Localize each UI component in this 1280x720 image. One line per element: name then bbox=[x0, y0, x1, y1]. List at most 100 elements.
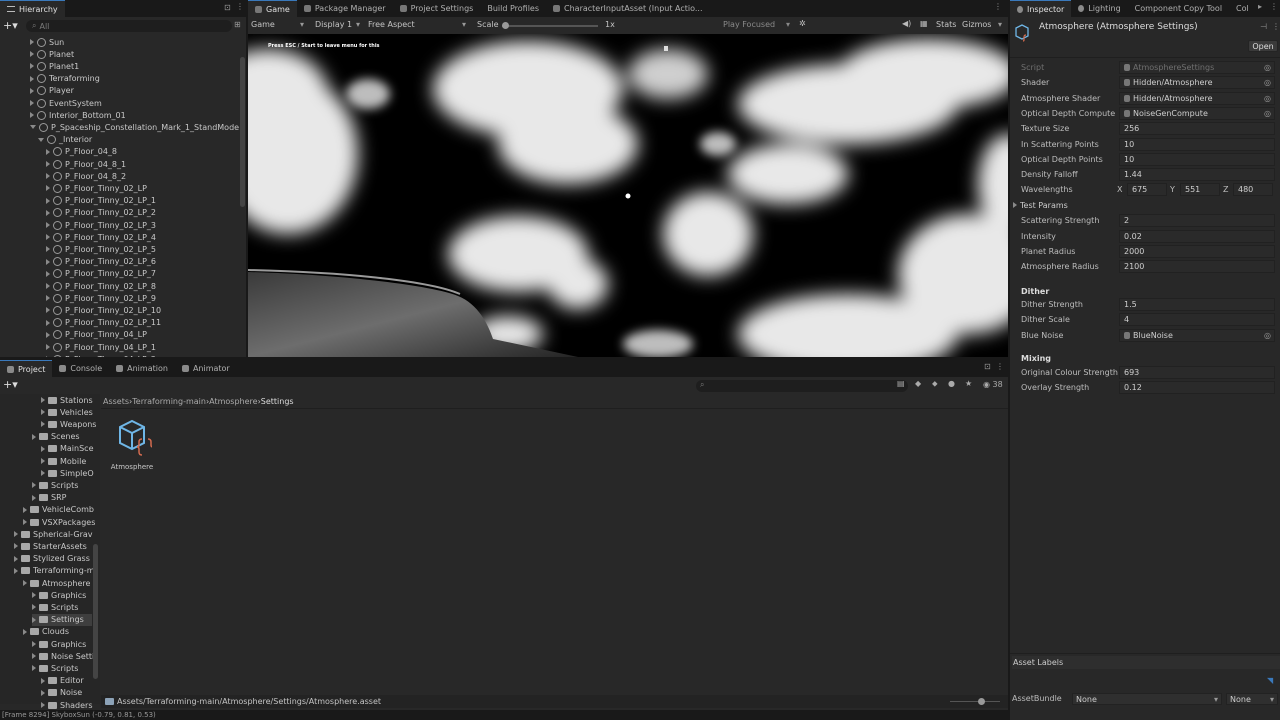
expand-arrow-icon[interactable] bbox=[32, 494, 36, 501]
hierarchy-search-input[interactable]: ⌕ All bbox=[26, 20, 232, 32]
filter-type-icon[interactable]: ▤ bbox=[897, 379, 905, 388]
more-menu-icon[interactable]: ⋮ bbox=[1270, 2, 1278, 11]
tab-inspector-1[interactable]: Lighting bbox=[1071, 0, 1127, 17]
expand-arrow-icon[interactable] bbox=[32, 592, 36, 599]
expand-arrow-icon[interactable] bbox=[41, 458, 45, 464]
expand-arrow-icon[interactable] bbox=[32, 641, 36, 647]
project-search-input[interactable]: ⌕ bbox=[696, 380, 908, 392]
chevron-right-icon[interactable]: ▸ bbox=[1258, 2, 1262, 11]
hierarchy-item[interactable]: P_Floor_Tinny_02_LP_11 bbox=[46, 317, 161, 329]
hierarchy-item[interactable]: P_Floor_Tinny_04_LP_2 bbox=[46, 353, 156, 357]
open-button[interactable]: Open bbox=[1248, 40, 1278, 52]
expand-arrow-icon[interactable] bbox=[41, 677, 45, 684]
project-tree-item[interactable]: Graphics bbox=[32, 589, 86, 601]
tab-center-1[interactable]: Package Manager bbox=[297, 0, 393, 17]
property-field[interactable]: 2000 bbox=[1119, 245, 1275, 258]
breadcrumb-item[interactable]: Terraforming-main bbox=[132, 397, 206, 406]
expand-arrow-icon[interactable] bbox=[23, 519, 27, 525]
project-tree-item[interactable]: Editor bbox=[41, 675, 84, 687]
property-field[interactable]: BlueNoise ◎ bbox=[1119, 328, 1275, 342]
tag-icon[interactable]: ◥ bbox=[1267, 676, 1273, 685]
zoom-slider-thumb[interactable] bbox=[978, 698, 985, 705]
expand-arrow-icon[interactable] bbox=[32, 604, 36, 611]
project-tree-item[interactable]: Terraforming-m bbox=[14, 565, 95, 577]
tab-hierarchy[interactable]: Hierarchy bbox=[0, 0, 65, 17]
expand-arrow-icon[interactable] bbox=[46, 307, 50, 314]
project-tree-item[interactable]: Noise bbox=[41, 687, 82, 699]
expand-arrow-icon[interactable] bbox=[23, 580, 27, 586]
hierarchy-item[interactable]: P_Floor_Tinny_02_LP_4 bbox=[46, 231, 156, 243]
zoom-slider[interactable] bbox=[950, 698, 1000, 705]
expand-arrow-icon[interactable] bbox=[32, 616, 36, 623]
game-view[interactable]: Press ESC / Start to leave menu for this bbox=[248, 34, 1008, 357]
project-tree-item[interactable]: Scripts bbox=[32, 601, 78, 613]
object-picker-icon[interactable]: ◎ bbox=[1264, 331, 1271, 340]
display-dropdown[interactable]: Display 1 bbox=[315, 20, 352, 29]
hierarchy-item[interactable]: P_Floor_Tinny_02_LP_2 bbox=[46, 207, 156, 219]
project-tree-item[interactable]: MainSce bbox=[41, 443, 94, 455]
hierarchy-item[interactable]: EventSystem bbox=[30, 97, 102, 109]
more-menu-icon[interactable]: ⋮ bbox=[994, 2, 1002, 11]
project-tree-item[interactable]: Vehicles bbox=[41, 406, 93, 418]
hierarchy-item[interactable]: _Interior bbox=[38, 134, 92, 146]
assetbundle-dropdown[interactable]: None ▾ bbox=[1072, 693, 1222, 705]
hierarchy-item[interactable]: P_Floor_04_8_1 bbox=[46, 158, 126, 170]
hierarchy-item[interactable]: Interior_Bottom_01 bbox=[30, 109, 126, 121]
project-tree-item[interactable]: Mobile bbox=[41, 455, 86, 467]
object-picker-icon[interactable]: ◎ bbox=[1264, 94, 1271, 103]
breadcrumb-item[interactable]: Atmosphere bbox=[209, 397, 257, 406]
tab-inspector-0[interactable]: Inspector bbox=[1010, 0, 1072, 17]
hierarchy-item[interactable]: P_Floor_04_8 bbox=[46, 146, 117, 158]
expand-arrow-icon[interactable] bbox=[30, 39, 34, 45]
info-icon[interactable]: ● bbox=[948, 379, 955, 388]
project-tree-item[interactable]: StarterAssets bbox=[14, 540, 87, 552]
property-field[interactable]: 256 bbox=[1119, 122, 1275, 136]
property-field[interactable]: 2 bbox=[1119, 214, 1275, 228]
expand-arrow-icon[interactable] bbox=[46, 222, 50, 228]
add-icon[interactable]: +▾ bbox=[3, 378, 18, 391]
settings-icon[interactable]: ⊣ bbox=[1260, 22, 1267, 31]
expand-arrow-icon[interactable] bbox=[23, 628, 27, 635]
speaker-icon[interactable]: ◀︎) bbox=[902, 19, 911, 28]
property-field[interactable]: Hidden/Atmosphere ◎ bbox=[1119, 76, 1275, 90]
hierarchy-item[interactable]: P_Floor_Tinny_04_LP bbox=[46, 329, 147, 341]
project-tree-item[interactable]: Scenes bbox=[32, 431, 80, 443]
expand-arrow-icon[interactable] bbox=[30, 75, 34, 82]
expand-arrow-icon[interactable] bbox=[46, 258, 50, 265]
expand-arrow-icon[interactable] bbox=[46, 356, 50, 357]
tab-center-3[interactable]: Build Profiles bbox=[480, 0, 546, 17]
expand-arrow-icon[interactable] bbox=[14, 531, 18, 538]
property-field[interactable]: 1.5 bbox=[1119, 298, 1275, 312]
more-menu-icon[interactable]: ⋮ bbox=[236, 2, 244, 11]
expand-arrow-icon[interactable] bbox=[46, 295, 50, 302]
expand-arrow-icon[interactable] bbox=[41, 470, 45, 477]
project-tree-item[interactable]: Spherical-Grav bbox=[14, 528, 93, 540]
project-tree-item[interactable]: Stations bbox=[41, 394, 93, 406]
tab-center-4[interactable]: CharacterInputAsset (Input Actio... bbox=[546, 0, 709, 17]
tree-scrollbar[interactable] bbox=[93, 544, 98, 679]
tab-inspector-2[interactable]: Component Copy Tool bbox=[1128, 0, 1229, 17]
hierarchy-item[interactable]: P_Spaceship_Constellation_Mark_1_StandMo… bbox=[30, 121, 239, 133]
test-params-foldout[interactable]: Test Params bbox=[1013, 199, 1068, 212]
expand-arrow-icon[interactable] bbox=[46, 331, 50, 338]
bug-icon[interactable]: ✲ bbox=[799, 19, 806, 28]
scale-slider-thumb[interactable] bbox=[502, 22, 509, 29]
add-icon[interactable]: +▾ bbox=[3, 19, 18, 32]
property-field[interactable]: 693 bbox=[1119, 365, 1275, 379]
expand-arrow-icon[interactable] bbox=[32, 482, 36, 489]
hierarchy-item[interactable]: Terraforming bbox=[30, 73, 100, 85]
assetbundle-variant-dropdown[interactable]: None ▾ bbox=[1226, 693, 1278, 705]
expand-arrow-icon[interactable] bbox=[46, 283, 50, 289]
expand-arrow-icon[interactable] bbox=[14, 567, 18, 574]
hierarchy-scrollbar[interactable] bbox=[240, 57, 245, 207]
scene-options-icon[interactable]: ⊞ bbox=[234, 20, 241, 29]
expand-arrow-icon[interactable] bbox=[30, 112, 34, 119]
asset-tile[interactable]: Atmosphere bbox=[108, 417, 156, 477]
expand-arrow-icon[interactable] bbox=[23, 506, 27, 513]
hierarchy-item[interactable]: Player bbox=[30, 85, 74, 97]
project-tree-item[interactable]: Scripts bbox=[32, 662, 78, 674]
tab-center-2[interactable]: Project Settings bbox=[393, 0, 481, 17]
tab-bottom-2[interactable]: Animation bbox=[109, 360, 175, 377]
expand-arrow-icon[interactable] bbox=[41, 445, 45, 452]
hierarchy-item[interactable]: P_Floor_Tinny_02_LP_8 bbox=[46, 280, 156, 292]
